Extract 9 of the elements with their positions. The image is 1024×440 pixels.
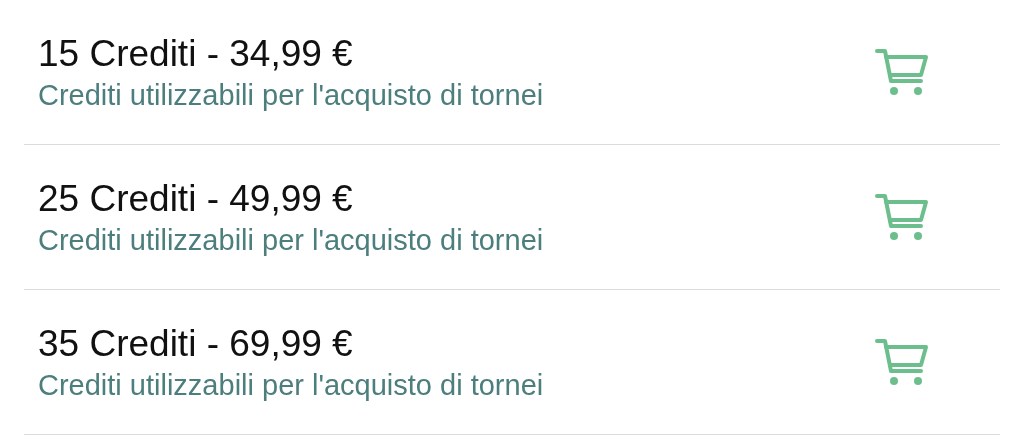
product-title: 15 Crediti - 34,99 € [38, 32, 353, 75]
cart-icon[interactable] [874, 47, 930, 97]
product-title: 25 Crediti - 49,99 € [38, 177, 353, 220]
product-description: Crediti utilizzabili per l'acquisto di tornei [38, 78, 544, 112]
product-description: Crediti utilizzabili per l'acquisto di tornei [38, 368, 544, 402]
product-title: 35 Crediti - 69,99 € [38, 322, 353, 365]
cart-icon[interactable] [874, 192, 930, 242]
product-description: Crediti utilizzabili per l'acquisto di tornei [38, 223, 544, 257]
cart-icon[interactable] [874, 337, 930, 387]
